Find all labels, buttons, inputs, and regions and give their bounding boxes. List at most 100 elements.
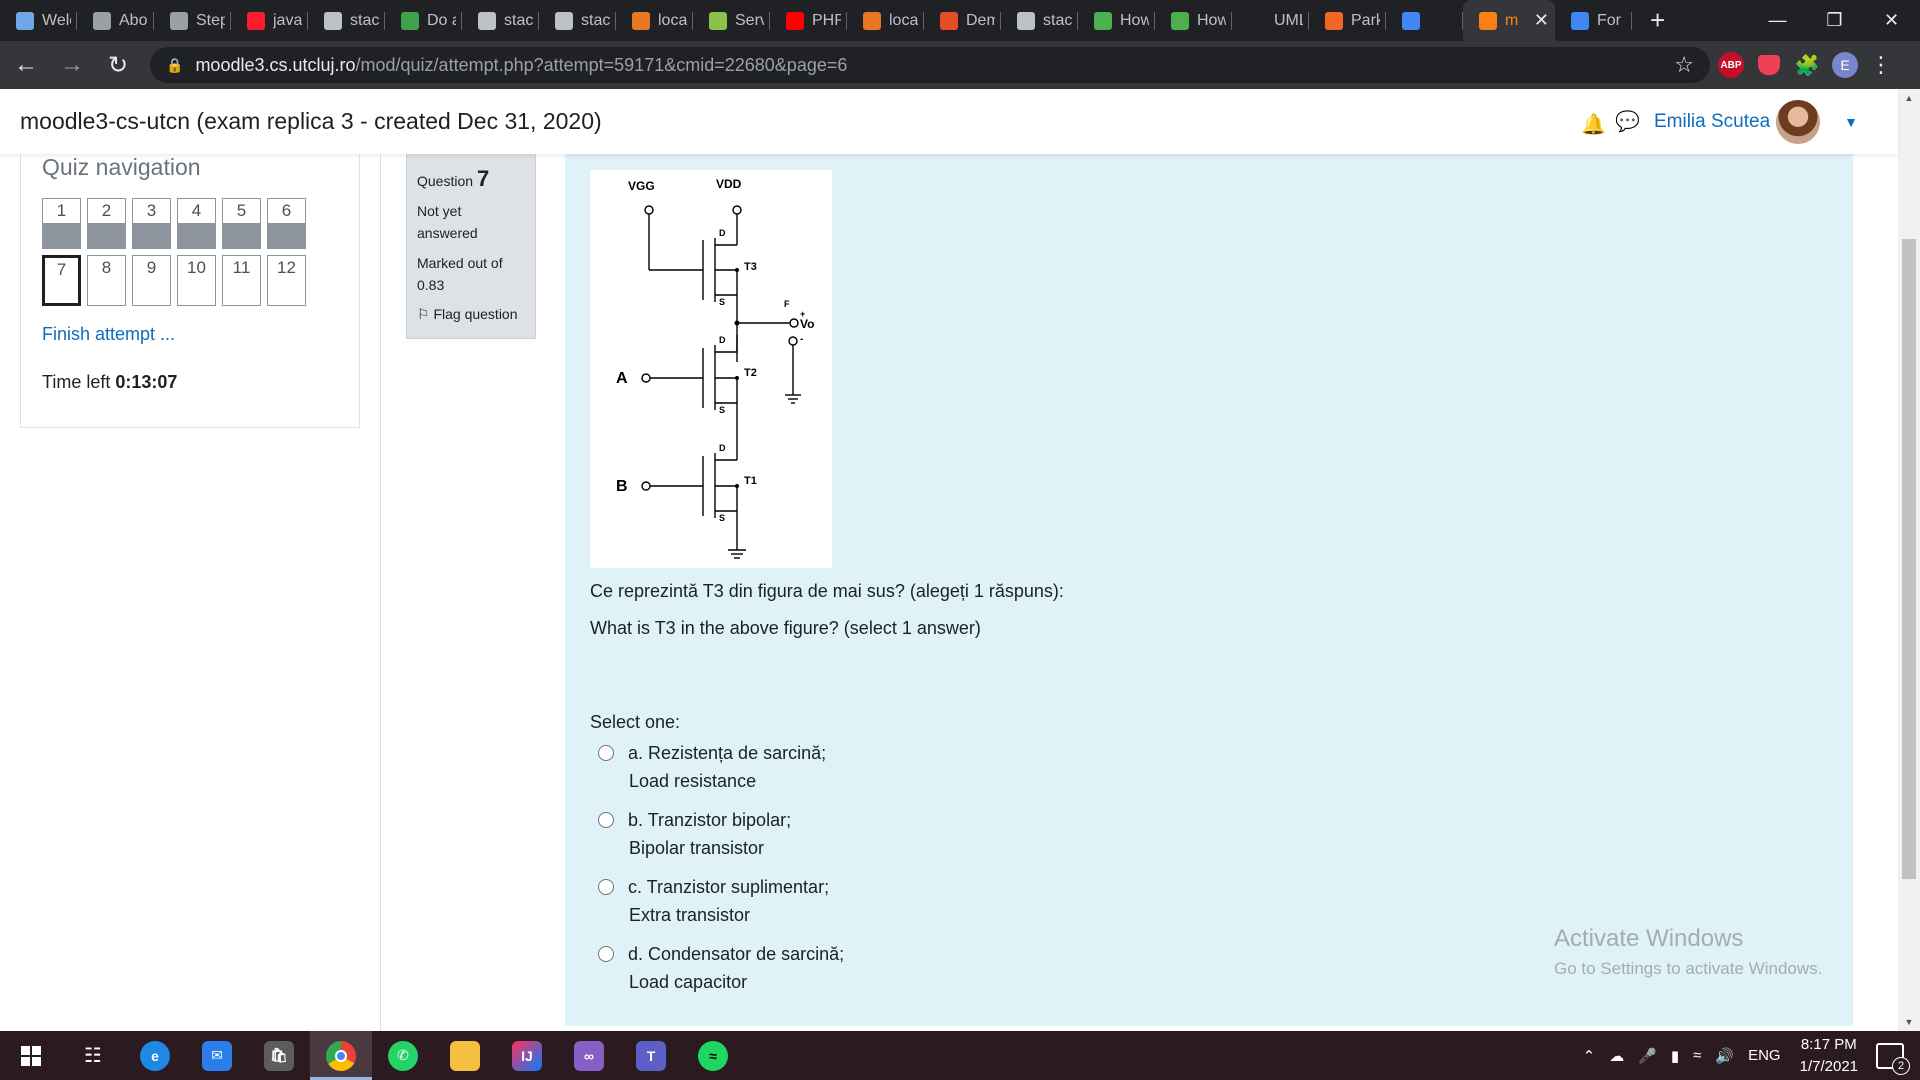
onedrive-icon[interactable]: ☁ — [1609, 1047, 1624, 1065]
show-hidden-icons-icon[interactable]: ⌃ — [1583, 1047, 1596, 1065]
language-indicator[interactable]: ENG — [1748, 1047, 1781, 1064]
taskbar-mail[interactable]: ✉ — [186, 1031, 248, 1080]
browser-tab[interactable]: java — [231, 0, 308, 41]
quiz-nav-button[interactable]: 2 — [87, 198, 126, 249]
quiz-nav-button[interactable]: 11 — [222, 255, 261, 306]
browser-tab[interactable] — [1386, 0, 1463, 41]
taskbar-intellij[interactable]: IJ — [496, 1031, 558, 1080]
t1-drain-label: D — [719, 443, 726, 453]
question-text-ro: Ce reprezintă T3 din figura de mai sus? … — [590, 581, 1064, 601]
minimize-icon[interactable]: — — [1749, 0, 1806, 41]
back-icon[interactable]: ← — [6, 45, 46, 85]
answer-option[interactable]: c. Tranzistor suplimentar; Extra transist… — [598, 873, 829, 929]
vgg-label: VGG — [628, 179, 655, 193]
answer-option[interactable]: d. Condensator de sarcină; Load capacitor — [598, 940, 844, 996]
scroll-up-icon[interactable]: ▲ — [1898, 89, 1920, 107]
answer-option[interactable]: a. Rezistența de sarcină; Load resistance — [598, 739, 826, 795]
quiz-nav-button[interactable]: 5 — [222, 198, 261, 249]
taskbar-whatsapp[interactable]: ✆ — [372, 1031, 434, 1080]
t2-label: T2 — [744, 367, 757, 379]
browser-tab[interactable]: Park — [1309, 0, 1386, 41]
browser-tab[interactable]: Abo — [77, 0, 154, 41]
new-tab-button[interactable]: + — [1650, 5, 1680, 36]
task-view-button[interactable]: ☷ — [62, 1031, 124, 1080]
quiz-nav-button[interactable]: 3 — [132, 198, 171, 249]
quiz-nav-button[interactable]: 6 — [267, 198, 306, 249]
finish-attempt-link[interactable]: Finish attempt ... — [42, 324, 175, 345]
scrollbar-thumb[interactable] — [1902, 239, 1916, 879]
quiz-nav-button[interactable]: 9 — [132, 255, 171, 306]
battery-icon[interactable]: ▮ — [1671, 1047, 1679, 1065]
volume-icon[interactable]: 🔊 — [1715, 1047, 1734, 1065]
taskbar-explorer[interactable] — [434, 1031, 496, 1080]
quiz-nav-button[interactable]: 1 — [42, 198, 81, 249]
address-bar[interactable]: 🔒 moodle3.cs.utcluj.ro/mod/quiz/attempt.… — [150, 47, 1710, 83]
chrome-menu-icon[interactable]: ⋮ — [1870, 52, 1892, 78]
browser-tab[interactable]: How — [1078, 0, 1155, 41]
browser-tab[interactable]: Serv — [693, 0, 770, 41]
taskbar-store[interactable]: 🛍 — [248, 1031, 310, 1080]
tab-label: Welc — [42, 11, 71, 29]
answer-radio[interactable] — [598, 812, 614, 828]
user-menu-caret-icon[interactable]: ▼ — [1844, 114, 1858, 130]
quiz-nav-button[interactable]: 7 — [42, 255, 81, 306]
user-name[interactable]: Emilia Scutea — [1654, 111, 1770, 133]
bookmark-star-icon[interactable]: ☆ — [1674, 52, 1694, 78]
quiz-nav-button[interactable]: 10 — [177, 255, 216, 306]
browser-tab[interactable]: UML — [1232, 0, 1309, 41]
browser-tab[interactable]: stac — [462, 0, 539, 41]
restore-icon[interactable]: ❐ — [1806, 0, 1863, 41]
start-button[interactable] — [0, 1031, 62, 1080]
action-center-icon[interactable]: 2 — [1876, 1042, 1910, 1075]
browser-tab[interactable]: loca — [616, 0, 693, 41]
close-window-icon[interactable]: ✕ — [1863, 0, 1920, 41]
taskbar-teams[interactable]: T — [620, 1031, 682, 1080]
spotify-icon: ≈ — [698, 1040, 728, 1071]
browser-tab[interactable]: Welc — [0, 0, 77, 41]
browser-tab[interactable]: For — [1555, 0, 1632, 41]
browser-tab[interactable]: Step — [154, 0, 231, 41]
browser-tab[interactable]: loca — [847, 0, 924, 41]
taskbar-edge[interactable]: e — [124, 1031, 186, 1080]
profile-button[interactable]: E — [1828, 48, 1862, 82]
page-scrollbar[interactable]: ▲ ▼ — [1898, 89, 1920, 1031]
taskbar-chrome[interactable] — [310, 1031, 372, 1080]
browser-tab[interactable]: Do a — [385, 0, 462, 41]
quiz-nav-button[interactable]: 8 — [87, 255, 126, 306]
browser-tab[interactable]: How — [1155, 0, 1232, 41]
tab-label: Do a — [427, 11, 456, 29]
reload-icon[interactable]: ↻ — [98, 45, 138, 85]
browser-tab[interactable]: Dem — [924, 0, 1001, 41]
answer-radio[interactable] — [598, 745, 614, 761]
microphone-icon[interactable]: 🎤 — [1638, 1047, 1657, 1065]
wifi-icon[interactable]: ≈ — [1693, 1047, 1701, 1064]
stackoverflow-icon — [555, 11, 573, 30]
answer-radio[interactable] — [598, 946, 614, 962]
browser-tab-active[interactable]: m ✕ — [1463, 0, 1555, 41]
close-tab-icon[interactable]: ✕ — [1534, 10, 1549, 31]
answer-radio[interactable] — [598, 879, 614, 895]
quiz-nav-number: 4 — [191, 201, 202, 220]
globe-icon — [170, 11, 188, 30]
flag-question-button[interactable]: ⚐ Flag question — [417, 306, 525, 323]
answer-option[interactable]: b. Tranzistor bipolar; Bipolar transistor — [598, 806, 791, 862]
adblock-plus-extension[interactable]: ABP — [1714, 48, 1748, 82]
messages-icon[interactable]: 💬 — [1615, 109, 1640, 134]
browser-tab[interactable]: PHP — [770, 0, 847, 41]
pocket-extension[interactable] — [1752, 48, 1786, 82]
site-title[interactable]: moodle3-cs-utcn (exam replica 3 - create… — [20, 108, 602, 135]
taskbar-visual-studio[interactable]: ∞ — [558, 1031, 620, 1080]
notifications-bell-icon[interactable]: 🔔 — [1581, 112, 1606, 136]
user-avatar[interactable] — [1776, 99, 1821, 144]
extensions-puzzle-icon[interactable]: 🧩 — [1790, 48, 1824, 82]
browser-tab[interactable]: stac — [539, 0, 616, 41]
forward-icon[interactable]: → — [52, 45, 92, 85]
scroll-down-icon[interactable]: ▼ — [1898, 1013, 1920, 1031]
taskbar-spotify[interactable]: ≈ — [682, 1031, 744, 1080]
browser-tab[interactable]: stac — [1001, 0, 1078, 41]
taskbar-clock[interactable]: 8:17 PM 1/7/2021 — [1800, 1034, 1858, 1078]
question-state: Not yet answered — [417, 203, 478, 241]
quiz-nav-button[interactable]: 4 — [177, 198, 216, 249]
quiz-nav-button[interactable]: 12 — [267, 255, 306, 306]
browser-tab[interactable]: stac — [308, 0, 385, 41]
